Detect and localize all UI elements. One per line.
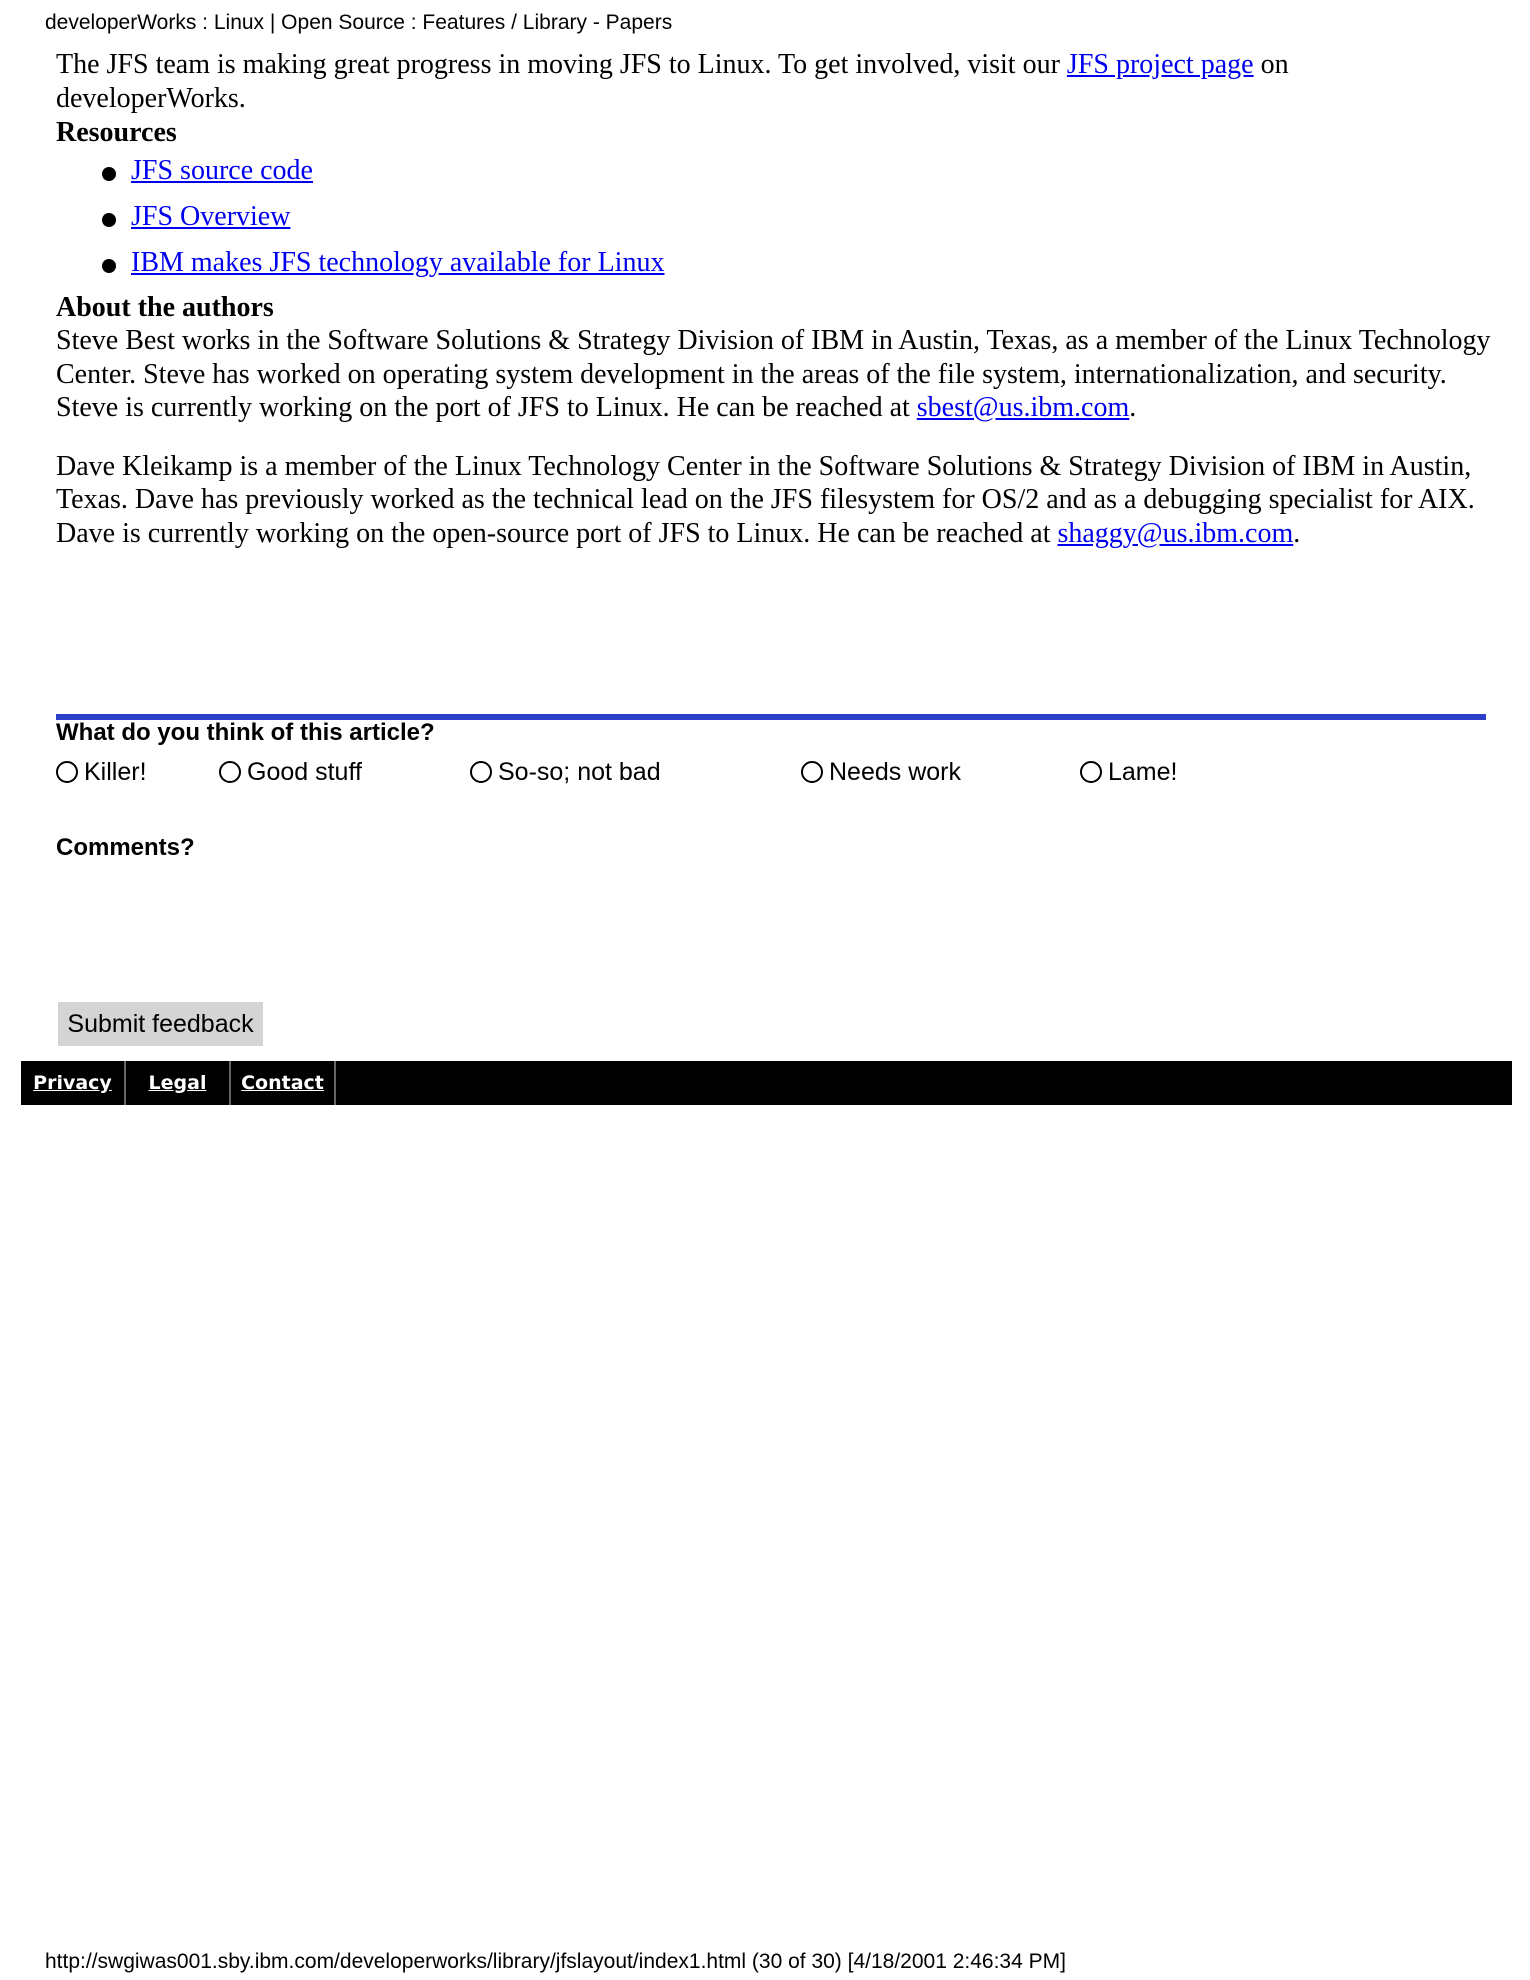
email-link-shaggy[interactable]: shaggy@us.ibm.com xyxy=(1057,518,1293,549)
author-bio-steve-best: Steve Best works in the Software Solutio… xyxy=(56,324,1496,425)
print-footer-url: http://swgiwas001.sby.ibm.com/developerw… xyxy=(45,1950,1066,1973)
rating-label: Needs work xyxy=(829,758,961,786)
article-content: The JFS team is making great progress in… xyxy=(56,48,1496,550)
footer-link-privacy[interactable]: Privacy xyxy=(21,1061,126,1105)
rating-label: Killer! xyxy=(84,758,147,786)
radio-button[interactable] xyxy=(56,761,78,783)
resources-heading: Resources xyxy=(56,117,177,148)
print-header: developerWorks : Linux | Open Source : F… xyxy=(45,11,673,34)
bio-text: Steve Best works in the Software Solutio… xyxy=(56,325,1491,423)
rating-option-so-so[interactable]: So-so; not bad xyxy=(470,758,661,786)
submit-feedback-button[interactable]: Submit feedback xyxy=(58,1002,263,1046)
radio-button[interactable] xyxy=(1080,761,1102,783)
rating-option-lame[interactable]: Lame! xyxy=(1080,758,1177,786)
jfs-source-code-link[interactable]: JFS source code xyxy=(131,155,313,186)
list-item: IBM makes JFS technology available for L… xyxy=(56,246,1496,292)
feedback-question: What do you think of this article? xyxy=(56,719,435,746)
footer-nav: Privacy Legal Contact xyxy=(21,1061,1512,1105)
radio-button[interactable] xyxy=(470,761,492,783)
bio-end: . xyxy=(1293,517,1301,549)
intro-text-before: The JFS team is making great progress in… xyxy=(56,49,1067,80)
resources-list: JFS source code JFS Overview IBM makes J… xyxy=(56,154,1496,292)
author-bio-dave-kleikamp: Dave Kleikamp is a member of the Linux T… xyxy=(56,450,1496,551)
bullet-icon xyxy=(102,259,116,273)
rating-option-killer[interactable]: Killer! xyxy=(56,758,147,786)
rating-option-needs-work[interactable]: Needs work xyxy=(801,758,961,786)
footer-link-contact[interactable]: Contact xyxy=(231,1061,336,1105)
jfs-project-page-link[interactable]: JFS project page xyxy=(1067,49,1254,80)
radio-button[interactable] xyxy=(219,761,241,783)
jfs-overview-link[interactable]: JFS Overview xyxy=(131,201,290,232)
bullet-icon xyxy=(102,213,116,227)
ibm-jfs-announcement-link[interactable]: IBM makes JFS technology available for L… xyxy=(131,247,664,278)
authors-heading: About the authors xyxy=(56,292,274,323)
radio-button[interactable] xyxy=(801,761,823,783)
rating-option-good-stuff[interactable]: Good stuff xyxy=(219,758,362,786)
list-item: JFS Overview xyxy=(56,200,1496,246)
comments-label: Comments? xyxy=(56,834,195,861)
bullet-icon xyxy=(102,167,116,181)
rating-label: Lame! xyxy=(1108,758,1178,786)
email-link-sbest[interactable]: sbest@us.ibm.com xyxy=(917,392,1129,423)
rating-label: Good stuff xyxy=(247,758,362,786)
rating-label: So-so; not bad xyxy=(498,758,661,786)
intro-paragraph: The JFS team is making great progress in… xyxy=(56,48,1456,116)
bio-end: . xyxy=(1129,392,1137,423)
list-item: JFS source code xyxy=(56,154,1496,200)
footer-link-legal[interactable]: Legal xyxy=(126,1061,231,1105)
